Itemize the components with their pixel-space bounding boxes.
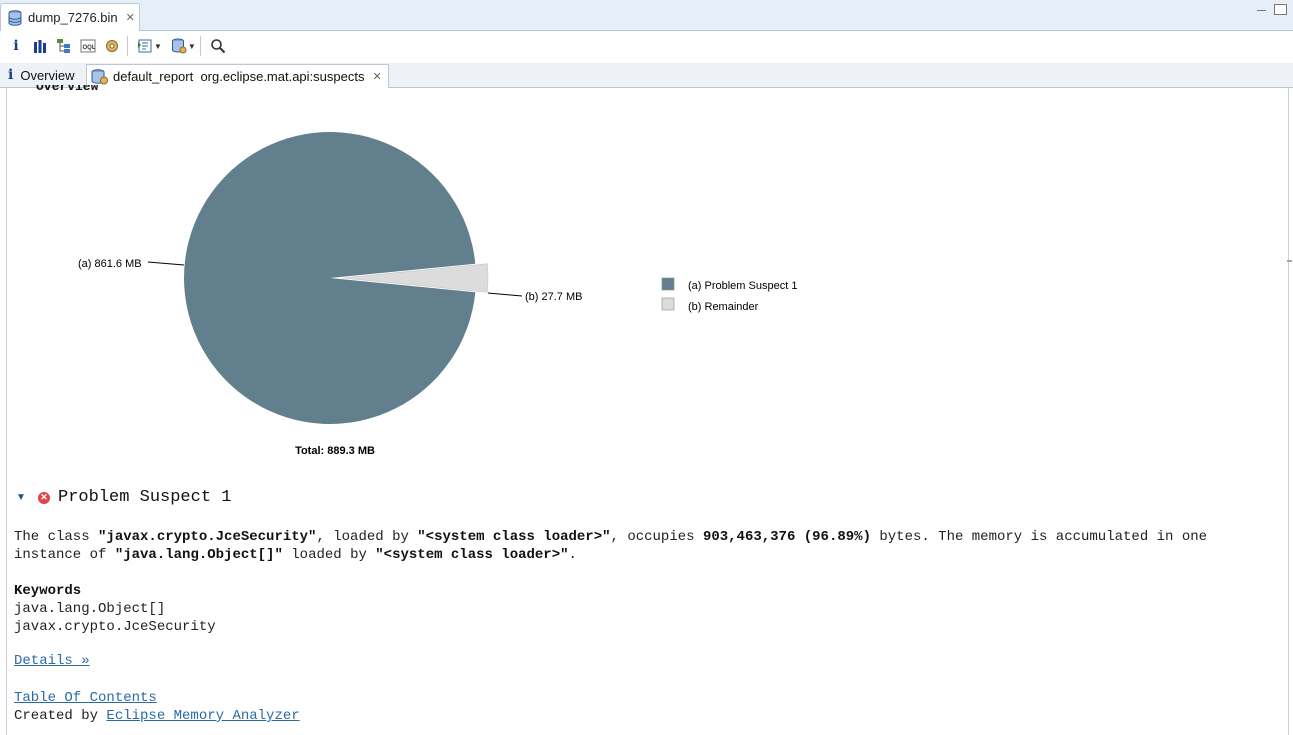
scrollbar[interactable]: [1287, 260, 1292, 262]
keyword-item: javax.crypto.JceSecurity: [14, 619, 216, 635]
suspect-title: Problem Suspect 1: [58, 488, 232, 507]
suspect-heading: ▼ ✕ Problem Suspect 1: [16, 488, 231, 507]
details-link[interactable]: Details »: [14, 653, 90, 669]
pie-label-b: (b) 27.7 MB: [525, 291, 582, 303]
minimize-icon[interactable]: [1257, 10, 1266, 11]
legend-swatch-a: [661, 277, 675, 291]
keyword-item: java.lang.Object[]: [14, 601, 166, 617]
retained-size: 903,463,376 (96.89%): [702, 529, 871, 545]
pie-leader-b: [487, 292, 523, 297]
legend-label-b: (b) Remainder: [688, 301, 759, 313]
pie-chart: (a) 861.6 MB (b) 27.7 MB Total: 889.3 MB (a…: [78, 132, 797, 457]
pie-leader-a: [147, 261, 185, 266]
class-loader: "<system class loader>": [417, 529, 611, 545]
created-by: Created by Eclipse Memory Analyzer: [14, 708, 300, 724]
instance-loader: "<system class loader>": [375, 547, 569, 563]
legend-label-a: (a) Problem Suspect 1: [688, 280, 797, 292]
instance-class: "java.lang.Object[]": [114, 547, 283, 563]
pie-total: Total: 889.3 MB: [295, 445, 375, 457]
table-of-contents-link[interactable]: Table Of Contents: [14, 690, 157, 706]
suspect-description: The class "javax.crypto.JceSecurity", lo…: [14, 529, 1208, 563]
error-icon: ✕: [38, 491, 50, 504]
keywords-title: Keywords: [14, 583, 82, 599]
class-name: "javax.crypto.JceSecurity": [98, 529, 317, 545]
maximize-icon[interactable]: [1274, 4, 1287, 15]
collapse-triangle-icon[interactable]: ▼: [16, 492, 30, 503]
legend-swatch-b: [661, 297, 675, 311]
window-controls: [1257, 4, 1287, 15]
pie-label-a: (a) 861.6 MB: [78, 258, 142, 270]
eclipse-memory-analyzer-link[interactable]: Eclipse Memory Analyzer: [106, 708, 299, 724]
